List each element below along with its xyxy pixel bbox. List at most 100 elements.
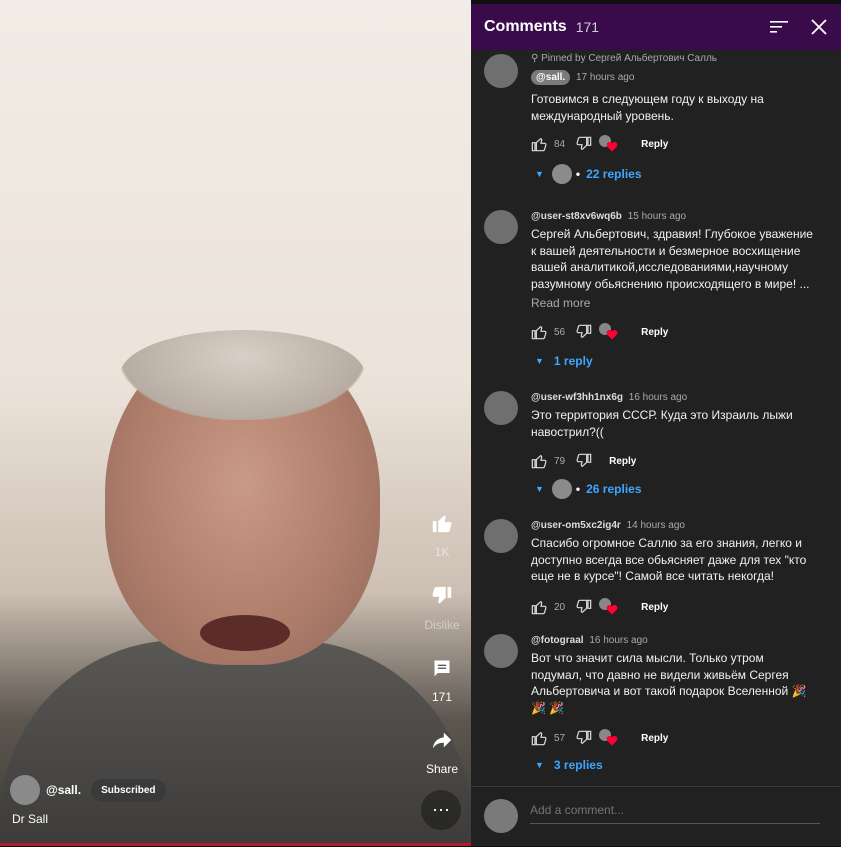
heart-icon [606,735,618,746]
like-count: 57 [554,732,566,744]
comment-avatar[interactable] [484,391,518,425]
like-count: 1K [434,545,450,559]
reply-avatar [551,479,572,499]
dislike-comment-button[interactable] [575,729,593,747]
comments-button[interactable]: 171 [412,650,471,704]
comment-author[interactable]: @sall. [531,70,571,85]
video-frame-hair [120,330,365,420]
like-count: 56 [554,326,566,338]
chevron-down-icon: ▼ [535,169,544,179]
dislike-comment-button[interactable] [575,598,593,616]
comment-time[interactable]: 17 hours ago [576,72,634,83]
comment-actions: 57 Reply [530,728,668,748]
comment-meta: @fotograal 16 hours ago [531,635,813,646]
close-button[interactable] [803,11,835,43]
dislike-comment-button[interactable] [575,135,593,153]
replies-toggle[interactable]: ▼ 1 reply [535,354,593,368]
replies-toggle[interactable]: ▼ • 26 replies [535,479,642,499]
chevron-down-icon: ▼ [535,760,544,770]
comments-count: 171 [575,19,600,35]
reply-button[interactable]: Reply [641,733,668,744]
comment-author[interactable]: @fotograal [531,635,584,646]
share-label: Share [425,762,459,776]
like-comment-button[interactable] [530,135,548,153]
share-button[interactable]: Share [412,722,471,776]
comment-time[interactable]: 16 hours ago [629,392,687,403]
thumbs-down-icon [424,578,460,614]
add-comment-input[interactable] [530,799,820,824]
share-icon [424,722,460,758]
comment-avatar[interactable] [484,54,518,88]
comment-author[interactable]: @user-wf3hh1nx6g [531,392,623,403]
creator-heart [599,729,619,747]
read-more-link[interactable]: Read more [531,296,813,310]
comment-meta: @user-wf3hh1nx6g 16 hours ago [531,392,813,403]
comments-list[interactable]: ⚲ Pinned by Сергей Альбертович Салль @sa… [471,50,841,786]
pinned-text: Pinned by Сергей Альбертович Салль [541,53,717,64]
reply-button[interactable]: Reply [641,602,668,613]
thumbs-down-icon [576,324,592,338]
dislike-comment-button[interactable] [575,323,593,341]
add-comment-bar [471,786,841,847]
comment-text: Спасибо огромное Саллю за его знания, ле… [531,536,807,583]
thumbs-down-icon [576,730,592,744]
comments-header: Comments 171 [471,4,841,50]
comment-actions: 20 Reply [530,597,668,617]
like-comment-button[interactable] [530,323,548,341]
comment-time[interactable]: 15 hours ago [628,211,686,222]
pin-icon: ⚲ [531,53,542,64]
comment-count: 171 [431,690,453,704]
comment-actions: 79 Reply [530,451,636,471]
subscribed-button[interactable]: Subscribed [91,778,166,802]
comment-author[interactable]: @user-st8xv6wq6b [531,211,622,222]
thumbs-up-icon [531,138,547,152]
reply-button[interactable]: Reply [609,456,636,467]
comment-author[interactable]: @user-om5xc2ig4r [531,520,621,531]
channel-avatar[interactable] [10,775,40,805]
comment-meta: @user-om5xc2ig4r 14 hours ago [531,520,813,531]
like-count: 20 [554,601,566,613]
dislike-comment-button[interactable] [575,452,593,470]
reply-button[interactable]: Reply [641,139,668,150]
comment-time[interactable]: 16 hours ago [589,635,647,646]
replies-count: 22 replies [586,167,642,181]
like-count: 84 [554,138,566,150]
comment-avatar[interactable] [484,634,518,668]
reply-button[interactable]: Reply [641,327,668,338]
like-count: 79 [554,455,566,467]
video-player[interactable]: 1K Dislike 171 Share ⋯ @sall. Subscribed… [0,0,471,846]
like-comment-button[interactable] [530,729,548,747]
separator-dot: • [575,167,581,181]
like-button[interactable]: 1K [412,505,471,559]
replies-toggle[interactable]: ▼ • 22 replies [535,164,642,184]
like-comment-button[interactable] [530,452,548,470]
chevron-down-icon: ▼ [535,484,544,494]
creator-heart [599,135,619,153]
comment-meta: @user-st8xv6wq6b 15 hours ago [531,211,813,222]
creator-heart [599,598,619,616]
heart-icon [606,604,618,615]
channel-handle[interactable]: @sall. [46,783,81,797]
comment-avatar[interactable] [484,519,518,553]
video-frame-mouth [200,615,290,651]
sort-button[interactable] [763,11,795,43]
thumbs-up-icon [531,455,547,469]
comment-avatar[interactable] [484,210,518,244]
dislike-button[interactable]: Dislike [412,578,471,632]
like-comment-button[interactable] [530,598,548,616]
pinned-label: ⚲ Pinned by Сергей Альбертович Салль [531,53,813,64]
replies-toggle[interactable]: ▼ 3 replies [535,758,603,772]
thumbs-up-icon [531,601,547,615]
comments-panel: Comments 171 ⚲ Pinned by Сергей Альберто… [471,4,841,846]
more-options-button[interactable]: ⋯ [421,790,461,830]
channel-info: @sall. Subscribed [10,775,166,805]
comment-text: Сергей Альбертович, здравия! Глубокое ув… [531,227,813,291]
comment-time[interactable]: 14 hours ago [627,520,685,531]
creator-heart [599,323,619,341]
thumbs-up-icon [531,732,547,746]
thumbs-down-icon [576,599,592,613]
comment-meta: @sall. 17 hours ago [531,70,813,85]
video-title[interactable]: Dr Sall [12,812,48,826]
thumbs-up-icon [531,326,547,340]
separator-dot: • [575,482,581,496]
